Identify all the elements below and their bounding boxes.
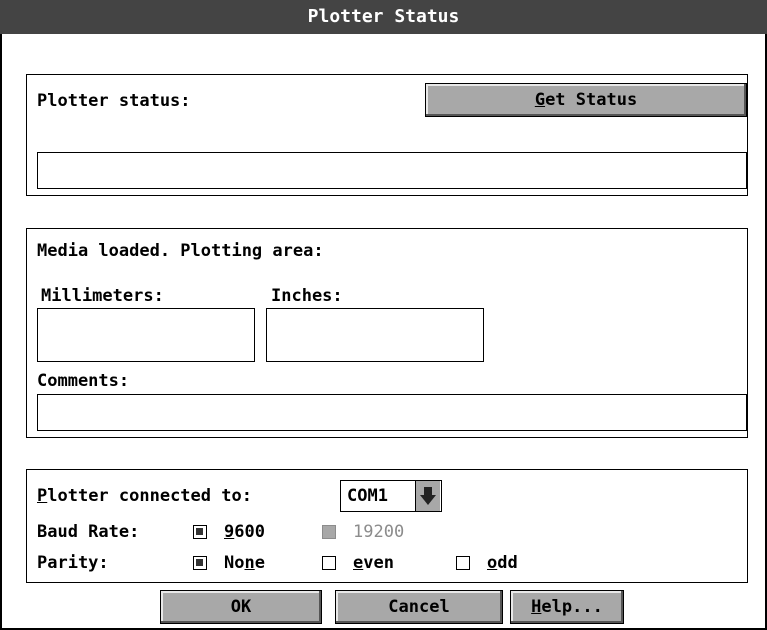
comments-label: Comments:: [37, 371, 130, 391]
baud-19200-label: 19200: [353, 522, 405, 542]
millimeters-field[interactable]: [37, 308, 255, 362]
parity-label: Parity:: [37, 553, 109, 573]
status-field[interactable]: [37, 152, 747, 189]
inches-label: Inches:: [271, 286, 343, 306]
cancel-button[interactable]: Cancel: [335, 590, 503, 624]
parity-none-checkbox[interactable]: [193, 556, 207, 570]
parity-even-label[interactable]: even: [353, 553, 394, 573]
parity-none-label[interactable]: None: [224, 553, 265, 573]
port-combobox[interactable]: COM1: [340, 480, 442, 512]
window-title: Plotter Status: [307, 6, 460, 27]
millimeters-label: Millimeters:: [41, 286, 164, 306]
baud-9600-checkbox[interactable]: [193, 525, 207, 539]
baud-19200-checkbox: [322, 525, 336, 539]
dropdown-arrow-button[interactable]: [415, 481, 440, 511]
help-button[interactable]: Help...: [510, 590, 624, 624]
baud-rate-label: Baud Rate:: [37, 522, 140, 542]
connected-label: Plotter connected to:: [37, 486, 252, 506]
inches-field[interactable]: [266, 308, 484, 362]
ok-button[interactable]: OK: [160, 590, 322, 624]
get-status-button[interactable]: Get Status: [425, 83, 747, 117]
plotter-status-label: Plotter status:: [37, 91, 191, 111]
title-bar[interactable]: Plotter Status: [0, 0, 767, 34]
parity-even-checkbox[interactable]: [322, 556, 336, 570]
parity-odd-checkbox[interactable]: [456, 556, 470, 570]
media-heading: Media loaded. Plotting area:: [37, 241, 324, 261]
comments-field[interactable]: [37, 394, 747, 431]
baud-9600-label[interactable]: 9600: [224, 522, 265, 542]
parity-odd-label[interactable]: odd: [487, 553, 518, 573]
port-value: COM1: [347, 486, 388, 506]
chevron-down-icon: [420, 487, 436, 505]
